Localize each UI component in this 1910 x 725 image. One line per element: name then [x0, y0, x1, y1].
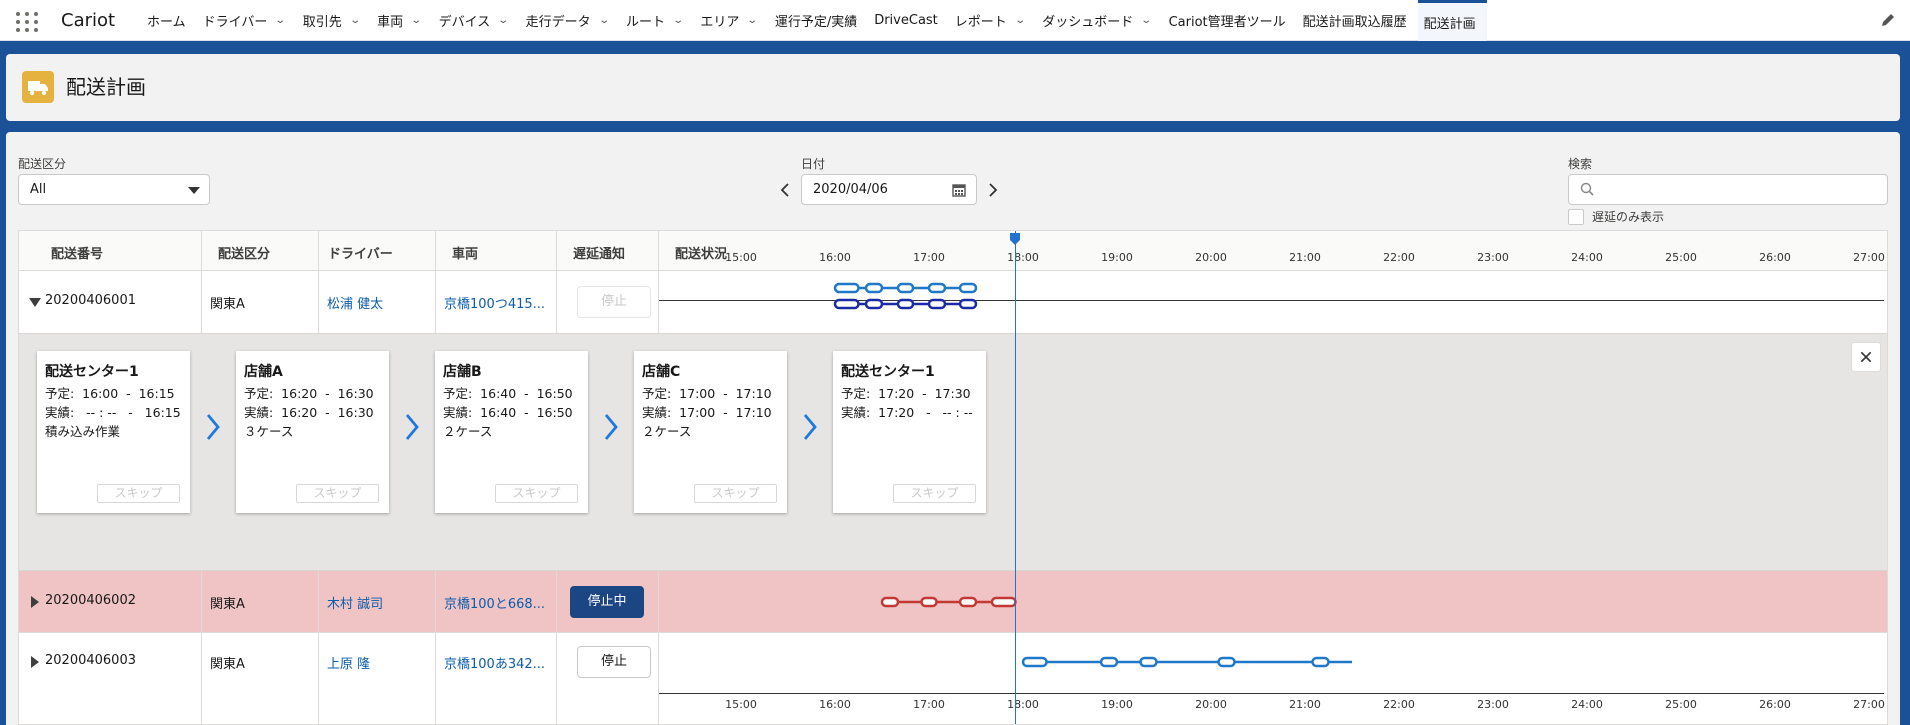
nav-item-9[interactable]: DriveCast — [868, 0, 949, 41]
timeline-axis-line-bottom — [659, 693, 1884, 694]
calendar-icon[interactable] — [952, 183, 966, 197]
kubun-select[interactable]: All — [18, 174, 210, 205]
timeline-tick-label: 15:00 — [725, 698, 757, 711]
edit-nav-icon[interactable] — [1880, 12, 1896, 28]
timeline-tick-label: 17:00 — [913, 698, 945, 711]
timeline-tick-label: 24:00 — [1571, 698, 1603, 711]
nav-item-10[interactable]: レポート ⌄ — [949, 0, 1036, 41]
current-time-marker-icon — [1010, 233, 1021, 245]
timeline-tick-label: 23:00 — [1477, 698, 1509, 711]
chevron-down-icon[interactable]: ⌄ — [411, 15, 423, 26]
nav-item-label: デバイス — [438, 15, 491, 30]
timeline-tick-label: 22:00 — [1383, 698, 1415, 711]
gantt-stop-segment — [1139, 656, 1158, 668]
nav-item-label: 配送計画取込履歴 — [1302, 15, 1407, 30]
gantt-stop-segment — [1311, 656, 1330, 668]
nav-item-label: 走行データ — [525, 15, 591, 30]
delay-only-checkbox[interactable] — [1568, 209, 1584, 225]
nav-item-label: 取引先 — [302, 15, 342, 30]
kubun-select-value: All — [30, 182, 47, 197]
timeline-tick-label: 25:00 — [1665, 698, 1697, 711]
row-3-gantt — [1021, 656, 1352, 668]
nav-item-7[interactable]: エリア ⌄ — [694, 0, 768, 41]
chevron-down-icon[interactable]: ⌄ — [349, 15, 361, 26]
search-icon — [1580, 182, 1594, 196]
chevron-down-icon[interactable]: ⌄ — [1141, 15, 1153, 26]
nav-item-4[interactable]: デバイス ⌄ — [433, 0, 520, 41]
page-header: 配送計画 — [6, 54, 1900, 121]
search-input[interactable] — [1568, 174, 1888, 205]
gantt-stop-segment — [1021, 656, 1048, 668]
nav-items: ホーム ドライバー ⌄ 取引先 ⌄ 車両 ⌄ デバイス ⌄ 走行データ ⌄ ルート ⌄ エリア ⌄ 運行予定/… — [137, 0, 1487, 41]
nav-item-label: ルート — [626, 15, 666, 30]
date-value: 2020/04/06 — [813, 182, 888, 197]
chevron-down-icon[interactable]: ⌄ — [498, 15, 510, 26]
chevron-down-icon — [188, 187, 200, 194]
nav-item-0[interactable]: ホーム — [137, 0, 197, 41]
delay-only-label: 遅延のみ表示 — [1592, 210, 1665, 224]
global-nav-bar: Cariot ホーム ドライバー ⌄ 取引先 ⌄ 車両 ⌄ デバイス ⌄ 走行データ ⌄ ルート ⌄ エリ… — [0, 0, 1910, 41]
chevron-down-icon[interactable]: ⌄ — [747, 15, 759, 26]
timeline-tick-label: 21:00 — [1289, 698, 1321, 711]
chevron-down-icon[interactable]: ⌄ — [598, 15, 610, 26]
nav-item-label: 配送計画 — [1423, 16, 1476, 32]
app-name: Cariot — [61, 10, 116, 31]
timeline-tick-label: 18:00 — [1007, 698, 1039, 711]
date-input[interactable]: 2020/04/06 — [801, 174, 977, 205]
chevron-down-icon[interactable]: ⌄ — [672, 15, 684, 26]
page-title: 配送計画 — [66, 75, 146, 99]
nav-item-13[interactable]: 配送計画取込履歴 — [1297, 0, 1418, 41]
nav-item-11[interactable]: ダッシュボード ⌄ — [1036, 0, 1162, 41]
gantt-stop-segment — [1217, 656, 1236, 668]
nav-item-label: エリア — [700, 15, 740, 30]
timeline-tick-label: 27:00 — [1853, 698, 1885, 711]
nav-item-3[interactable]: 車両 ⌄ — [371, 0, 432, 41]
nav-item-label: レポート — [954, 15, 1007, 30]
nav-item-label: ホーム — [147, 15, 186, 30]
nav-item-label: 運行予定/実績 — [774, 15, 858, 30]
nav-item-5[interactable]: 走行データ ⌄ — [520, 0, 620, 41]
timeline-tick-label: 20:00 — [1195, 698, 1227, 711]
timeline-tick-label: 19:00 — [1101, 698, 1133, 711]
nav-item-14[interactable]: 配送計画 — [1417, 0, 1487, 41]
date-label: 日付 — [801, 157, 826, 171]
search-label: 検索 — [1568, 157, 1593, 171]
nav-item-1[interactable]: ドライバー ⌄ — [197, 0, 297, 41]
nav-item-2[interactable]: 取引先 ⌄ — [297, 0, 371, 41]
nav-item-label: Cariot管理者ツール — [1168, 15, 1286, 30]
app-launcher-icon[interactable] — [16, 12, 40, 32]
nav-item-label: DriveCast — [874, 13, 938, 28]
nav-item-12[interactable]: Cariot管理者ツール — [1163, 0, 1297, 41]
truck-icon — [22, 71, 54, 103]
chevron-down-icon[interactable]: ⌄ — [1014, 15, 1026, 26]
nav-item-label: ドライバー — [202, 15, 268, 30]
nav-item-8[interactable]: 運行予定/実績 — [769, 0, 868, 41]
nav-item-label: ダッシュボード — [1042, 15, 1134, 30]
timeline-tick-label: 26:00 — [1759, 698, 1791, 711]
chevron-down-icon[interactable]: ⌄ — [275, 15, 287, 26]
delivery-table: 配送番号 配送区分 ドライバー 車両 遅延通知 配送状況 15:00 16:00 1… — [18, 230, 1888, 725]
chevron-left-icon[interactable] — [778, 180, 792, 200]
chevron-right-icon[interactable] — [986, 180, 1000, 200]
gantt-stop-segment — [1099, 656, 1119, 668]
current-time-line — [1015, 231, 1017, 724]
nav-item-label: 車両 — [377, 15, 404, 30]
kubun-label: 配送区分 — [18, 157, 67, 171]
nav-item-6[interactable]: ルート ⌄ — [620, 0, 694, 41]
timeline-tick-label: 16:00 — [819, 698, 851, 711]
